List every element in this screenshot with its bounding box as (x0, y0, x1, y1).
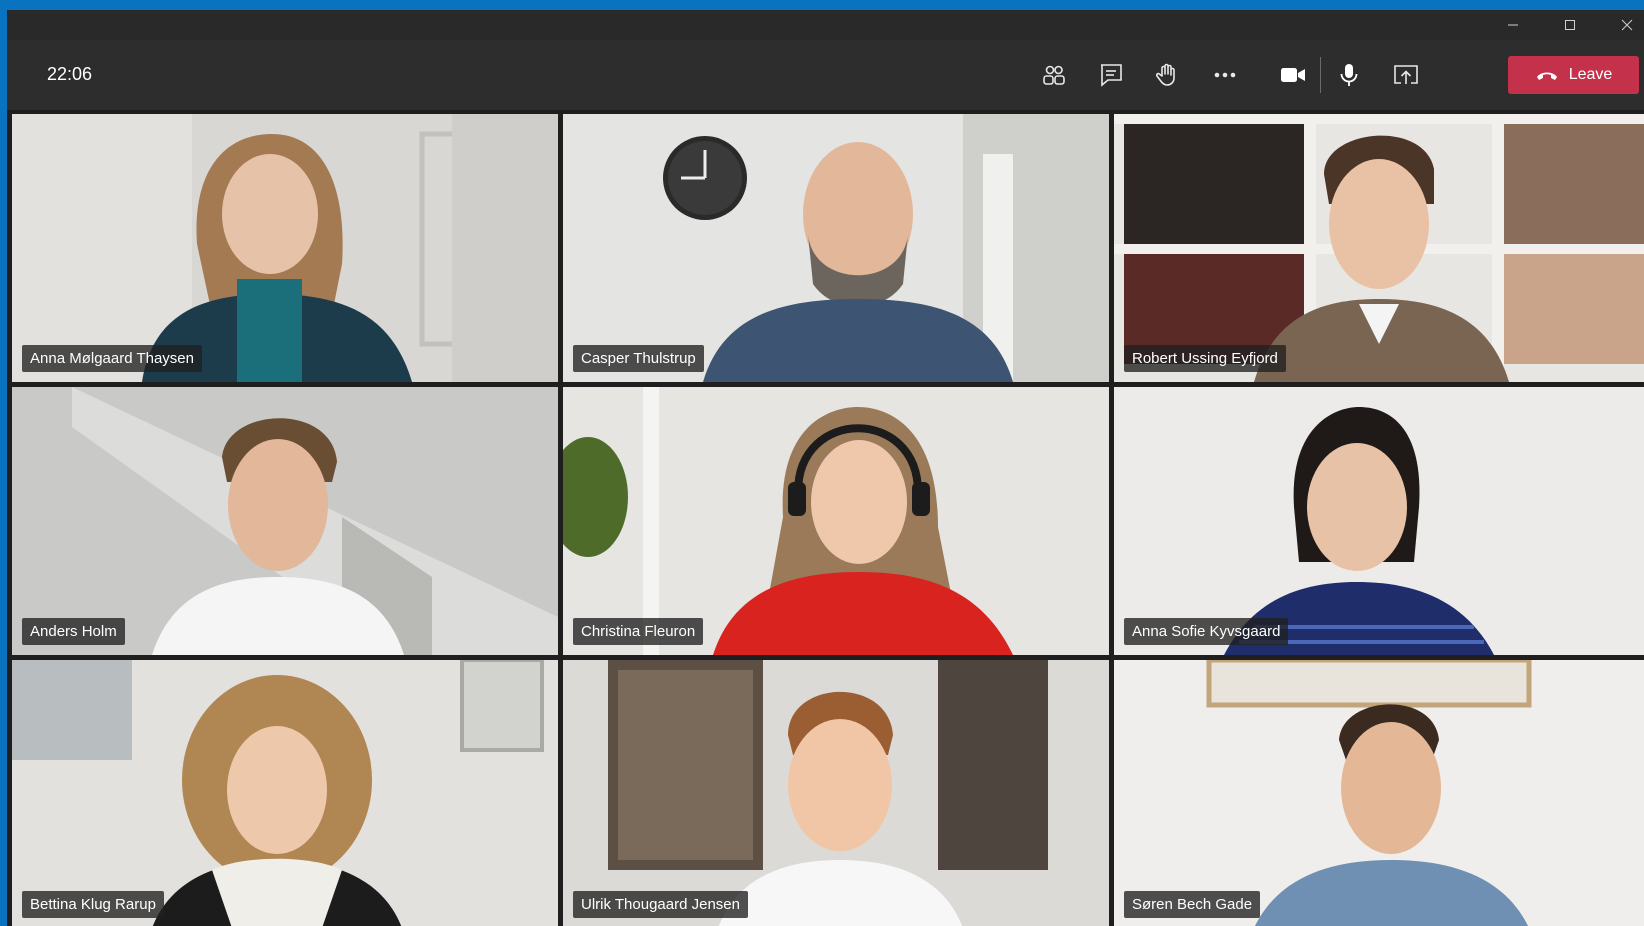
participant-tile[interactable]: Anders Holm (12, 387, 558, 655)
more-options-icon[interactable] (1205, 55, 1245, 95)
participant-tile[interactable]: Christina Fleuron (563, 387, 1109, 655)
microphone-icon[interactable] (1329, 55, 1369, 95)
share-screen-icon[interactable] (1386, 55, 1426, 95)
meeting-toolbar: 22:06 Leave (7, 40, 1644, 110)
participant-name: Robert Ussing Eyfjord (1124, 345, 1286, 372)
participant-video (563, 660, 1109, 926)
participant-name: Anders Holm (22, 618, 125, 645)
participant-tile[interactable]: Ulrik Thougaard Jensen (563, 660, 1109, 926)
phone-hangup-icon (1536, 72, 1557, 80)
participant-video (12, 660, 558, 926)
participants-icon[interactable] (1034, 55, 1074, 95)
maximize-icon[interactable] (1547, 10, 1593, 40)
participant-video (1114, 114, 1644, 382)
video-grid: Anna Mølgaard Thaysen Casper Thulstrup R… (12, 114, 1644, 926)
participant-tile[interactable]: Robert Ussing Eyfjord (1114, 114, 1644, 382)
participant-tile[interactable]: Anna Mølgaard Thaysen (12, 114, 558, 382)
participant-video (563, 387, 1109, 655)
participant-tile[interactable]: Anna Sofie Kyvsgaard (1114, 387, 1644, 655)
chat-icon[interactable] (1091, 55, 1131, 95)
participant-name: Christina Fleuron (573, 618, 704, 645)
camera-icon[interactable] (1273, 55, 1313, 95)
participant-tile[interactable]: Søren Bech Gade (1114, 660, 1644, 926)
participant-tile[interactable]: Casper Thulstrup (563, 114, 1109, 382)
participant-name: Anna Mølgaard Thaysen (22, 345, 202, 372)
participant-name: Bettina Klug Rarup (22, 891, 164, 918)
participant-video (12, 114, 558, 382)
participant-tile[interactable]: Bettina Klug Rarup (12, 660, 558, 926)
leave-button[interactable]: Leave (1508, 56, 1639, 94)
minimize-icon[interactable] (1490, 10, 1536, 40)
title-bar (7, 10, 1644, 40)
participant-video (1114, 387, 1644, 655)
participant-name: Anna Sofie Kyvsgaard (1124, 618, 1289, 645)
participant-name: Søren Bech Gade (1124, 891, 1261, 918)
participant-name: Ulrik Thougaard Jensen (573, 891, 748, 918)
toolbar-divider (1320, 57, 1321, 93)
participant-video (1114, 660, 1644, 926)
participant-name: Casper Thulstrup (573, 345, 704, 372)
meeting-time: 22:06 (47, 64, 93, 84)
close-icon[interactable] (1604, 10, 1644, 40)
raise-hand-icon[interactable] (1148, 55, 1188, 95)
leave-label: Leave (1568, 66, 1613, 83)
meeting-window: 22:06 Leave Anna Mølgaard Thaysen Casper… (7, 10, 1644, 926)
participant-video (563, 114, 1109, 382)
participant-video (12, 387, 558, 655)
